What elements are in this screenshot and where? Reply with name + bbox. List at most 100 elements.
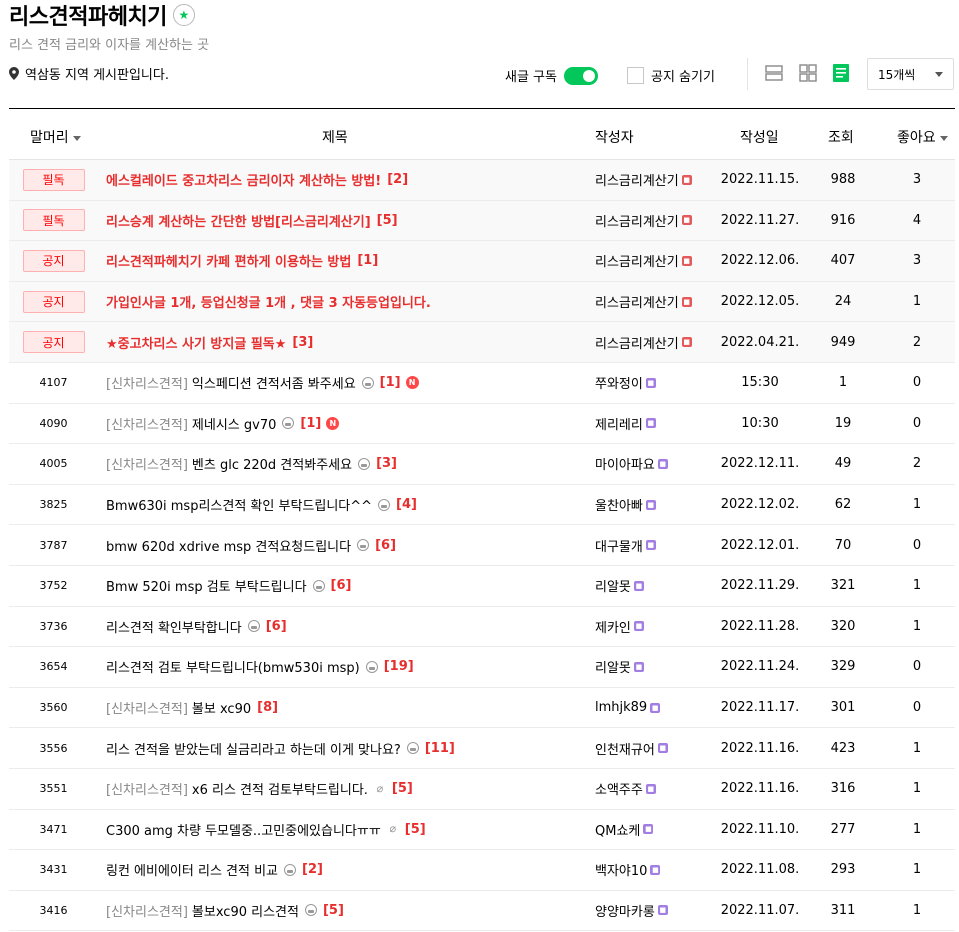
image-attachment-icon	[357, 539, 370, 552]
article-category[interactable]: [신차리스견적]	[106, 414, 188, 433]
article-title-link[interactable]: 볼보 xc90	[192, 698, 251, 717]
comment-count[interactable]: [19]	[384, 659, 414, 674]
comment-count[interactable]: [2]	[387, 172, 408, 187]
comment-count[interactable]: [3]	[292, 335, 313, 350]
star-icon[interactable]: ★	[172, 4, 195, 26]
column-likes-sort[interactable]: 좋아요	[897, 127, 948, 147]
author-name[interactable]: 마이아파요	[595, 454, 655, 473]
article-title-link[interactable]: 볼보xc90 리스견적	[192, 901, 299, 920]
author-name[interactable]: 대구물개	[595, 536, 643, 555]
new-badge-icon: N	[326, 416, 340, 430]
article-number: 3654	[39, 660, 68, 674]
author-name[interactable]: 소액주주	[595, 779, 643, 798]
author-name[interactable]: 리스금리계산기	[595, 211, 679, 230]
comment-count[interactable]: [8]	[257, 700, 278, 715]
author-name[interactable]: 제카인	[595, 617, 631, 636]
row-author: 울찬아빠 ■	[595, 485, 656, 525]
row-views: 329	[830, 659, 856, 675]
article-category[interactable]: [신차리스견적]	[106, 698, 188, 717]
comment-count[interactable]: [1]	[300, 416, 321, 431]
row-head: 공지	[9, 282, 98, 322]
author-name[interactable]: 리스금리계산기	[595, 333, 679, 352]
table-header: 말머리 제목 작성자 작성일 조회 좋아요	[9, 108, 955, 160]
title-row: 리스견적파헤치기 ★	[9, 0, 195, 30]
row-author: lmhjk89 ■	[595, 688, 661, 728]
article-title-link[interactable]: Bmw 520i msp 검토 부탁드립니다	[106, 576, 307, 595]
author-name[interactable]: lmhjk89	[595, 700, 647, 715]
article-title-link[interactable]: 익스페디션 견적서좀 봐주세요	[192, 373, 356, 392]
article-title-link[interactable]: 리스견적파헤치기 카페 편하게 이용하는 방법	[106, 251, 351, 270]
column-views: 조회	[828, 130, 854, 146]
row-views: 321	[830, 578, 856, 594]
comment-count[interactable]: [6]	[266, 619, 287, 634]
column-head-filter[interactable]: 말머리	[30, 127, 81, 147]
article-title-link[interactable]: 리스승계 계산하는 간단한 방법[리스금리계산기]	[106, 211, 371, 230]
article-number: 4107	[39, 376, 68, 390]
list-view-icon[interactable]	[765, 64, 783, 82]
table-row: 4005 [신차리스견적] 벤츠 glc 220d 견적봐주세요 [3] 마이아파요 ■ 2…	[9, 444, 955, 485]
per-page-select[interactable]: 15개씩	[867, 58, 954, 90]
grid-view-icon[interactable]	[799, 64, 817, 82]
comment-count[interactable]: [5]	[405, 822, 426, 837]
article-title-link[interactable]: ★중고차리스 사기 방지글 필독★	[106, 333, 286, 352]
author-name[interactable]: 리스금리계산기	[595, 292, 679, 311]
author-name[interactable]: 리스금리계산기	[595, 251, 679, 270]
author-name[interactable]: 인천재규어	[595, 739, 655, 758]
row-title: 링컨 에비에이터 리스 견적 비교 [2]	[106, 850, 323, 890]
author-name[interactable]: 쭈와정이	[595, 373, 643, 392]
row-author: 소액주주 ■	[595, 769, 656, 809]
author-name[interactable]: 리알못	[595, 657, 631, 676]
author-name[interactable]: 제리레리	[595, 414, 643, 433]
author-name[interactable]: 리알못	[595, 576, 631, 595]
comment-count[interactable]: [6]	[331, 578, 352, 593]
comment-count[interactable]: [3]	[376, 456, 397, 471]
article-title-link[interactable]: 리스 견적을 받았는데 실금리라고 하는데 이게 맞나요?	[106, 739, 401, 758]
paperclip-icon: ⌀	[389, 822, 397, 836]
row-likes: 1	[912, 902, 922, 918]
row-head: 공지	[9, 241, 98, 281]
row-author: 리알못 ■	[595, 647, 644, 687]
author-name[interactable]: 양양마카롱	[595, 901, 655, 920]
author-name[interactable]: 리스금리계산기	[595, 170, 679, 189]
image-attachment-icon	[406, 742, 419, 755]
comment-count[interactable]: [5]	[392, 781, 413, 796]
article-title-link[interactable]: bmw 620d xdrive msp 견적요청드립니다	[106, 536, 351, 555]
row-title: 가입인사글 1개, 등업신청글 1개 , 댓글 3 자동등업입니다.	[106, 282, 431, 322]
article-title-link[interactable]: 리스견적 검토 부탁드립니다(bmw530i msp)	[106, 657, 360, 676]
article-title-link[interactable]: 가입인사글 1개, 등업신청글 1개 , 댓글 3 자동등업입니다.	[106, 292, 431, 311]
subscribe-toggle[interactable]	[563, 66, 598, 85]
article-category[interactable]: [신차리스견적]	[106, 901, 188, 920]
comment-count[interactable]: [5]	[323, 903, 344, 918]
article-title-link[interactable]: 제네시스 gv70	[192, 414, 276, 433]
hide-notice-checkbox[interactable]	[627, 67, 644, 84]
subscribe-control[interactable]: 새글 구독	[505, 66, 598, 85]
article-title-link[interactable]: C300 amg 차량 두모델중..고민중에있습니다ㅠㅠ	[106, 820, 381, 839]
board-view-icon[interactable]	[832, 64, 850, 82]
comment-count[interactable]: [5]	[377, 213, 398, 228]
comment-count[interactable]: [6]	[375, 538, 396, 553]
article-category[interactable]: [신차리스견적]	[106, 779, 188, 798]
comment-count[interactable]: [1]	[357, 253, 378, 268]
article-title-link[interactable]: x6 리스 견적 검토부탁드립니다.	[192, 779, 368, 798]
author-name[interactable]: 울찬아빠	[595, 495, 643, 514]
comment-count[interactable]: [4]	[396, 497, 417, 512]
author-name[interactable]: 백자야10	[595, 860, 647, 879]
image-attachment-icon	[304, 904, 317, 917]
article-category[interactable]: [신차리스견적]	[106, 373, 188, 392]
comment-count[interactable]: [1]	[380, 375, 401, 390]
cafe-title[interactable]: 리스견적파헤치기	[9, 0, 167, 31]
column-author: 작성자	[595, 130, 634, 146]
hide-notice-label: 공지 숨기기	[651, 70, 715, 85]
article-title-link[interactable]: 리스견적 확인부탁합니다	[106, 617, 242, 636]
article-title-link[interactable]: 에스컬레이드 중고차리스 금리이자 계산하는 방법!	[106, 170, 381, 189]
hide-notice-control[interactable]: 공지 숨기기	[627, 66, 715, 85]
article-title-link[interactable]: 벤츠 glc 220d 견적봐주세요	[192, 454, 352, 473]
article-title-link[interactable]: Bmw630i msp리스견적 확인 부탁드립니다^^	[106, 495, 372, 514]
article-category[interactable]: [신차리스견적]	[106, 454, 188, 473]
comment-count[interactable]: [2]	[302, 862, 323, 877]
author-name[interactable]: QM쇼케	[595, 820, 640, 839]
comment-count[interactable]: [11]	[425, 741, 455, 756]
row-author: 대구물개 ■	[595, 525, 656, 565]
row-author: 리알못 ■	[595, 566, 644, 606]
article-title-link[interactable]: 링컨 에비에이터 리스 견적 비교	[106, 860, 278, 879]
